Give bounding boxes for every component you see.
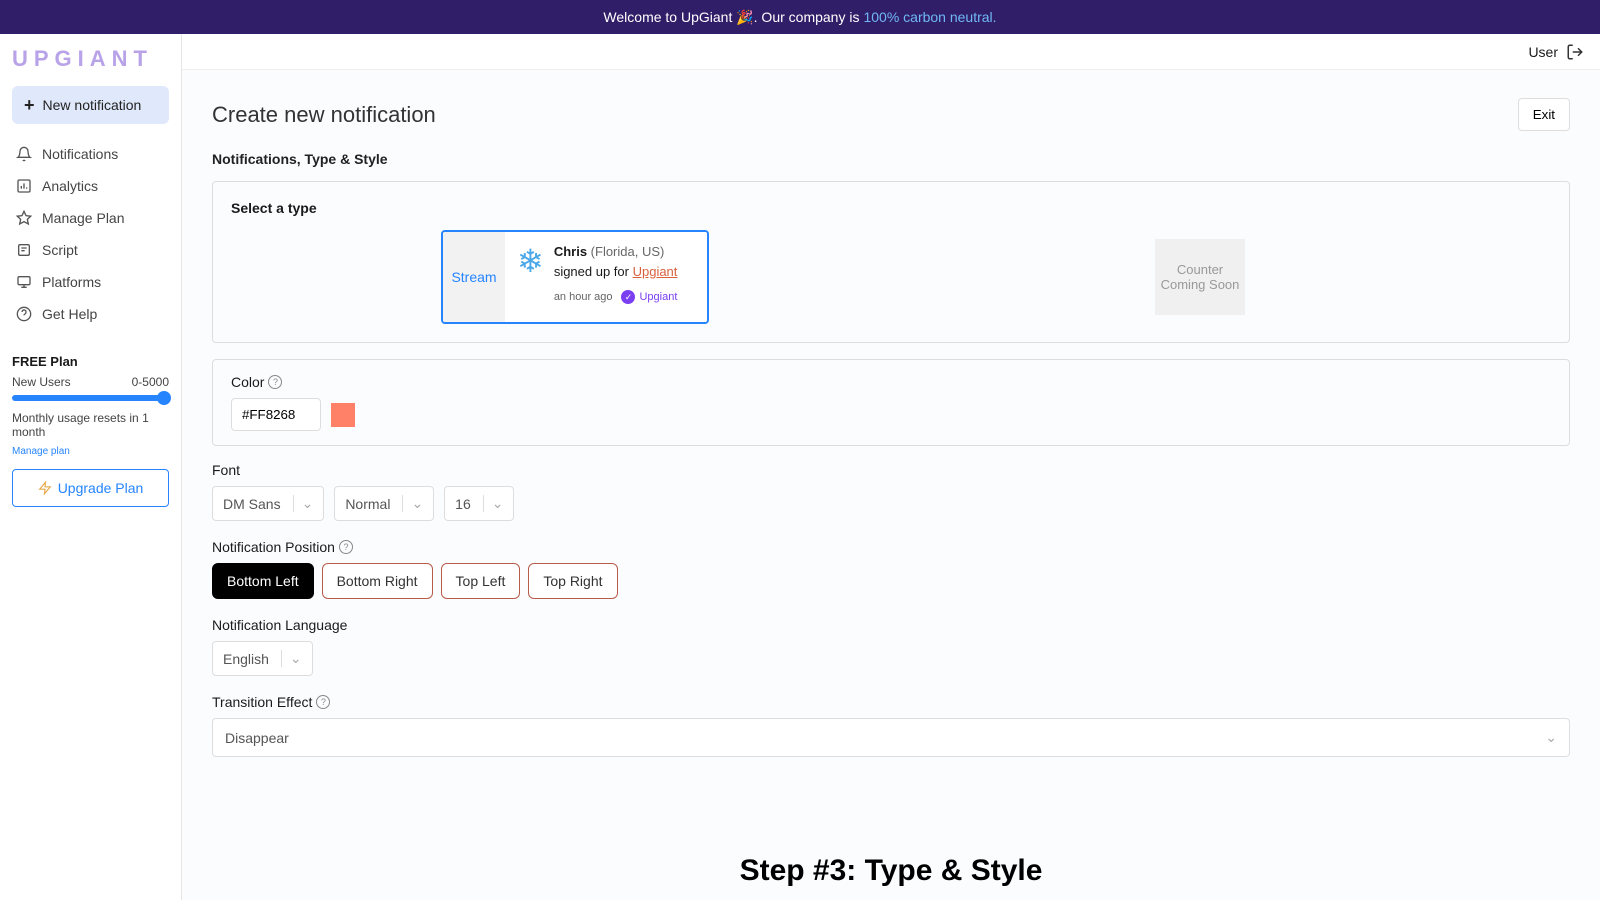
sidebar-item-analytics[interactable]: Analytics	[12, 170, 169, 202]
logout-icon[interactable]	[1566, 43, 1584, 61]
plan-metric-label: New Users	[12, 375, 71, 389]
font-label: Font	[212, 462, 240, 478]
help-icon[interactable]: ?	[339, 540, 353, 554]
plus-icon: +	[24, 96, 35, 114]
chart-icon	[16, 178, 32, 194]
transition-select[interactable]: Disappear ⌄	[212, 718, 1570, 757]
bolt-icon	[38, 481, 52, 495]
type-selection-box: Select a type Stream ❄ Chris (Florida, U…	[212, 181, 1570, 343]
plan-reset-text: Monthly usage resets in 1 month	[12, 411, 169, 439]
topbar: User	[182, 34, 1600, 70]
chevron-down-icon: ⌄	[293, 495, 314, 512]
star-icon	[16, 210, 32, 226]
snowflake-icon: ❄	[517, 242, 544, 312]
language-select[interactable]: English⌄	[212, 641, 313, 676]
transition-label: Transition Effect	[212, 694, 312, 710]
color-input[interactable]	[231, 398, 321, 431]
new-notification-button[interactable]: + New notification	[12, 86, 169, 124]
help-icon[interactable]: ?	[268, 375, 282, 389]
counter-title: Counter	[1177, 262, 1223, 277]
script-icon	[16, 242, 32, 258]
color-swatch[interactable]	[331, 403, 355, 427]
preview-action: signed up for	[554, 264, 633, 279]
color-box: Color ?	[212, 359, 1570, 446]
user-label: User	[1528, 44, 1558, 60]
position-bottom-left[interactable]: Bottom Left	[212, 563, 314, 599]
position-options: Bottom Left Bottom Right Top Left Top Ri…	[212, 563, 1570, 599]
banner-text: Welcome to UpGiant 🎉. Our company is	[603, 9, 859, 26]
chevron-down-icon: ⌄	[281, 650, 302, 667]
verify-brand: Upgiant	[639, 289, 677, 306]
plan-block: FREE Plan New Users 0-5000 Monthly usage…	[12, 354, 169, 507]
manage-plan-link[interactable]: Manage plan	[12, 446, 70, 457]
stream-tab-label: Stream	[443, 232, 505, 322]
font-weight-select[interactable]: Normal⌄	[334, 486, 434, 521]
chevron-down-icon: ⌄	[1545, 729, 1557, 746]
nav-label: Platforms	[42, 274, 101, 290]
position-top-left[interactable]: Top Left	[441, 563, 521, 599]
page-title: Create new notification	[212, 102, 436, 128]
content: Create new notification Exit Notificatio…	[182, 70, 1600, 900]
language-label: Notification Language	[212, 617, 347, 633]
verify-badge: ✓ Upgiant	[621, 289, 677, 306]
main: User Create new notification Exit Notifi…	[182, 34, 1600, 900]
font-family-select[interactable]: DM Sans⌄	[212, 486, 324, 521]
usage-slider[interactable]	[12, 395, 169, 401]
sidebar-item-script[interactable]: Script	[12, 234, 169, 266]
nav-label: Analytics	[42, 178, 98, 194]
platforms-icon	[16, 274, 32, 290]
select-type-label: Select a type	[231, 200, 1551, 216]
chevron-down-icon: ⌄	[402, 495, 423, 512]
notification-type-stream[interactable]: Stream ❄ Chris (Florida, US) signed up f…	[441, 230, 709, 324]
position-label: Notification Position	[212, 539, 335, 555]
nav-label: Manage Plan	[42, 210, 125, 226]
counter-sub: Coming Soon	[1161, 277, 1240, 292]
preview-location: (Florida, US)	[591, 244, 665, 259]
logo: UPGIANT	[12, 46, 169, 72]
nav-label: Get Help	[42, 306, 97, 322]
step-overlay: Step #3: Type & Style	[740, 854, 1043, 888]
check-icon: ✓	[621, 290, 635, 304]
promo-banner: Welcome to UpGiant 🎉. Our company is 100…	[0, 0, 1600, 34]
plan-title: FREE Plan	[12, 354, 169, 369]
sidebar-item-platforms[interactable]: Platforms	[12, 266, 169, 298]
help-icon	[16, 306, 32, 322]
nav-label: Script	[42, 242, 78, 258]
bell-icon	[16, 146, 32, 162]
new-notification-label: New notification	[43, 97, 142, 113]
upgrade-plan-button[interactable]: Upgrade Plan	[12, 469, 169, 507]
banner-link[interactable]: 100% carbon neutral.	[863, 9, 996, 25]
font-size-select[interactable]: 16⌄	[444, 486, 514, 521]
preview-time: an hour ago	[554, 289, 613, 306]
plan-metric-range: 0-5000	[132, 375, 169, 389]
preview-brand: Upgiant	[633, 264, 678, 279]
preview-name: Chris	[554, 244, 587, 259]
nav-label: Notifications	[42, 146, 118, 162]
help-icon[interactable]: ?	[316, 695, 330, 709]
sidebar-item-get-help[interactable]: Get Help	[12, 298, 169, 330]
position-bottom-right[interactable]: Bottom Right	[322, 563, 433, 599]
upgrade-label: Upgrade Plan	[58, 480, 144, 496]
notification-type-counter: Counter Coming Soon	[1155, 239, 1245, 315]
chevron-down-icon: ⌄	[483, 495, 504, 512]
section-title: Notifications, Type & Style	[212, 151, 1570, 167]
color-label: Color	[231, 374, 264, 390]
sidebar-item-manage-plan[interactable]: Manage Plan	[12, 202, 169, 234]
exit-button[interactable]: Exit	[1518, 98, 1570, 131]
sidebar: UPGIANT + New notification Notifications…	[0, 34, 182, 900]
position-top-right[interactable]: Top Right	[528, 563, 617, 599]
sidebar-item-notifications[interactable]: Notifications	[12, 138, 169, 170]
